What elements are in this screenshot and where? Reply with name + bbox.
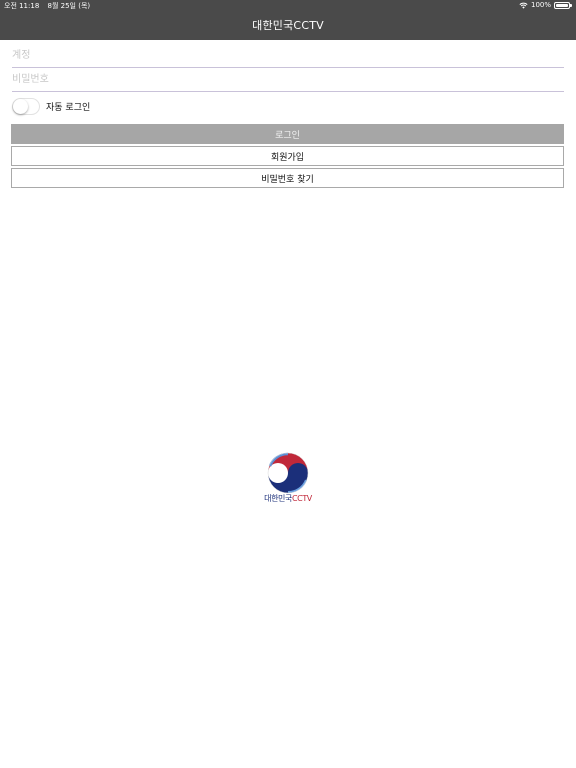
status-date: 8월 25일 (목) xyxy=(47,2,91,10)
auto-login-row: 자동 로그인 xyxy=(12,97,90,115)
app-logo: 대한민국CCTV xyxy=(258,452,318,508)
account-input[interactable] xyxy=(12,44,564,68)
toggle-knob xyxy=(13,98,28,114)
battery-fill xyxy=(556,3,568,7)
signup-button[interactable]: 회원가입 xyxy=(11,146,564,166)
battery-icon xyxy=(554,1,572,9)
page-title: 대한민국CCTV xyxy=(252,19,324,32)
status-time: 오전 11:18 xyxy=(4,2,40,10)
auto-login-toggle[interactable] xyxy=(12,97,40,115)
wifi-icon xyxy=(519,2,528,9)
status-bar-left: 오전 11:18 8월 25일 (목) xyxy=(4,1,96,11)
top-bar: 오전 11:18 8월 25일 (목) 100% 대한민국CCTV xyxy=(0,0,576,40)
taegeuk-logo-icon xyxy=(267,452,309,494)
login-button[interactable]: 로그인 xyxy=(11,124,564,144)
logo-text-kr: 대한민국 xyxy=(264,494,292,503)
auto-login-label: 자동 로그인 xyxy=(46,102,91,113)
status-bar-right: 100% xyxy=(519,1,572,9)
logo-text-en: CCTV xyxy=(291,494,312,503)
battery-percent: 100% xyxy=(530,1,551,9)
find-password-button[interactable]: 비밀번호 찾기 xyxy=(11,168,564,188)
logo-text: 대한민국CCTV xyxy=(258,493,318,504)
password-input[interactable] xyxy=(12,68,564,92)
